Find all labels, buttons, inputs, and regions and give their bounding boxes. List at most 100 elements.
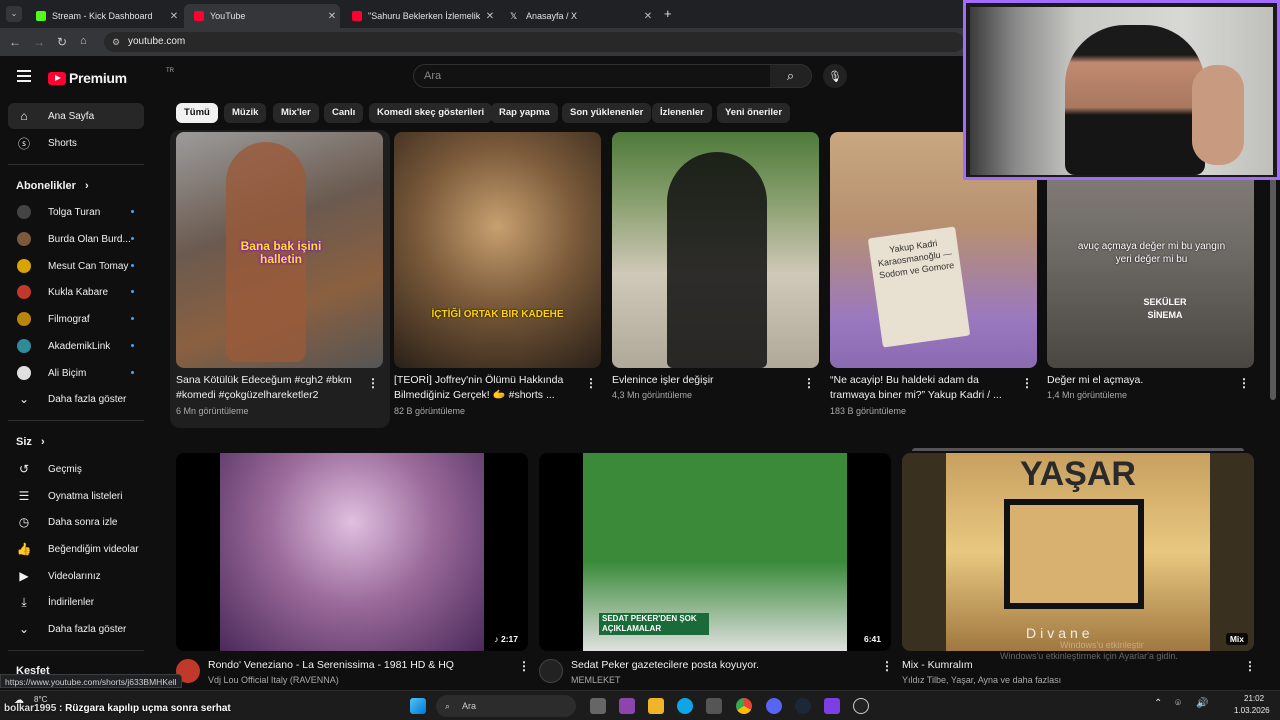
short-card[interactable]: Bana bak işini halletin Sana Kötülük Ede… — [176, 132, 384, 422]
chat-separator: : — [56, 703, 66, 714]
chip-all[interactable]: Tümü — [176, 103, 218, 123]
show-more-you[interactable]: ⌄ Daha fazla göster — [8, 616, 144, 642]
site-info-icon[interactable]: ⚙ — [112, 32, 120, 52]
sidebar-item-your-videos[interactable]: ▶ Videolarınız — [8, 563, 144, 589]
chip-watched[interactable]: İzlenenler — [652, 103, 712, 123]
short-thumbnail[interactable]: İÇTİĞİ ORTAK BIR KADEHE — [394, 132, 601, 368]
clock-date[interactable]: 1.03.2026 — [1234, 706, 1270, 715]
sidebar-item-subscription[interactable]: Burda Olan Burd... — [8, 226, 144, 252]
app-icon[interactable] — [824, 698, 840, 714]
channel-avatar[interactable] — [539, 659, 563, 683]
search-button[interactable]: ⌕ — [770, 64, 812, 88]
more-options-icon[interactable]: ⋮ — [1244, 659, 1256, 673]
sidebar-item-watch-later[interactable]: ◷ Daha sonra izle — [8, 509, 144, 535]
more-options-icon[interactable]: ⋮ — [803, 376, 815, 390]
short-title[interactable]: Sana Kötülük Edeceğum #cgh2 #bkm #komedi… — [176, 373, 364, 403]
video-channel[interactable]: Yıldız Tilbe, Yaşar, Ayna ve daha fazlas… — [902, 675, 1061, 685]
file-explorer-icon[interactable] — [648, 698, 664, 714]
more-options-icon[interactable]: ⋮ — [1238, 376, 1250, 390]
sidebar-item-downloads[interactable]: ⤓ İndirilenler — [8, 589, 144, 615]
voice-search-button[interactable]: 🎙 — [823, 64, 847, 88]
speaker-icon[interactable]: 🔊 — [1196, 698, 1208, 709]
windows-start-icon[interactable] — [410, 698, 426, 714]
video-card[interactable]: SEDAT PEKER'DEN ŞOK AÇIKLAMALAR 6:41 Sed… — [539, 453, 893, 688]
video-channel[interactable]: Vdj Lou Official Italy (RAVENNA) — [208, 675, 339, 685]
address-bar[interactable]: ⚙ youtube.com — [104, 32, 964, 52]
clock-time[interactable]: 21:02 — [1244, 694, 1264, 703]
chip-comedy[interactable]: Komedi skeç gösterileri — [369, 103, 493, 123]
more-options-icon[interactable]: ⋮ — [518, 659, 530, 673]
new-content-dot — [131, 210, 134, 213]
avatar — [17, 339, 31, 353]
widgets-icon[interactable] — [619, 698, 635, 714]
back-icon[interactable]: ← — [9, 35, 21, 49]
more-options-icon[interactable]: ⋮ — [585, 376, 597, 390]
close-icon[interactable]: ✕ — [324, 11, 340, 22]
network-icon[interactable]: ⌾ — [1175, 698, 1181, 709]
tab-kick-dashboard[interactable]: Stream - Kick Dashboard ✕ — [26, 4, 182, 28]
chip-mixes[interactable]: Mix'ler — [273, 103, 319, 123]
discord-icon[interactable] — [766, 698, 782, 714]
sidebar-item-subscription[interactable]: Tolga Turan — [8, 199, 144, 225]
chip-recent[interactable]: Son yüklenenler — [562, 103, 652, 123]
reload-icon[interactable]: ↻ — [57, 35, 67, 49]
short-thumbnail[interactable]: Bana bak işini halletin — [176, 132, 383, 368]
chip-music[interactable]: Müzik — [224, 103, 267, 123]
video-card[interactable]: ♪ 2:17 Rondo' Veneziano - La Serenissima… — [176, 453, 530, 688]
video-channel[interactable]: MEMLEKET — [571, 675, 621, 685]
tab-search-button[interactable]: ⌄ — [6, 6, 22, 22]
close-icon[interactable]: ✕ — [482, 11, 498, 22]
subscriptions-heading[interactable]: Abonelikler › — [16, 180, 89, 192]
steam-icon[interactable] — [795, 698, 811, 714]
tab-youtube[interactable]: YouTube ✕ — [184, 4, 340, 28]
menu-icon[interactable] — [17, 70, 31, 82]
sidebar-item-history[interactable]: ↺ Geçmiş — [8, 456, 144, 482]
sidebar-item-subscription[interactable]: AkademikLink — [8, 333, 144, 359]
new-tab-button[interactable]: + — [664, 6, 672, 21]
forward-icon[interactable]: → — [33, 35, 45, 49]
search-input[interactable]: Ara — [413, 64, 771, 88]
chrome-icon[interactable] — [736, 698, 752, 714]
short-thumbnail[interactable] — [612, 132, 819, 368]
video-thumbnail[interactable]: ♪ 2:17 — [176, 453, 528, 651]
sidebar-item-playlists[interactable]: ☰ Oynatma listeleri — [8, 483, 144, 509]
sidebar-item-shorts[interactable]: ⓢ Shorts — [8, 130, 144, 156]
like-icon: 👍 — [16, 542, 32, 556]
more-options-icon[interactable]: ⋮ — [881, 659, 893, 673]
chip-new-to-you[interactable]: Yeni öneriler — [717, 103, 791, 123]
sidebar-item-subscription[interactable]: Kukla Kabare — [8, 279, 144, 305]
chip-live[interactable]: Canlı — [324, 103, 364, 123]
store-icon[interactable] — [706, 698, 722, 714]
you-heading[interactable]: Siz › — [16, 436, 45, 448]
video-duration: 6:41 — [859, 633, 885, 645]
edge-icon[interactable] — [677, 698, 693, 714]
sidebar-item-home[interactable]: ⌂ Ana Sayfa — [8, 103, 144, 129]
video-title[interactable]: Rondo' Veneziano - La Serenissima - 1981… — [208, 658, 508, 673]
tab-youtube-video[interactable]: "Sahuru Beklerken İzlemelik Ed ✕ — [342, 4, 498, 28]
tray-chevron-icon[interactable]: ⌃ — [1154, 698, 1162, 709]
video-title[interactable]: Sedat Peker gazetecilere posta koyuyor. — [571, 658, 871, 673]
obs-icon[interactable] — [853, 698, 869, 714]
sidebar-item-subscription[interactable]: Mesut Can Tomay — [8, 253, 144, 279]
more-options-icon[interactable]: ⋮ — [367, 376, 379, 390]
sidebar-item-subscription[interactable]: Ali Biçim — [8, 360, 144, 386]
tab-x[interactable]: 𝕏 Anasayfa / X ✕ — [500, 4, 656, 28]
short-title[interactable]: “Ne acayip! Bu haldeki adam da tramwaya … — [830, 373, 1018, 403]
task-view-icon[interactable] — [590, 698, 606, 714]
video-thumbnail[interactable]: YAŞAR Divane Mix — [902, 453, 1254, 651]
chip-rap[interactable]: Rap yapma — [491, 103, 558, 123]
short-card[interactable]: Evlenince işler değişir 4,3 Mn görüntüle… — [612, 132, 820, 422]
avatar — [17, 232, 31, 246]
short-title[interactable]: [TEORİ] Joffrey'nin Ölümü Hakkında Bilme… — [394, 373, 582, 403]
video-thumbnail[interactable]: SEDAT PEKER'DEN ŞOK AÇIKLAMALAR 6:41 — [539, 453, 891, 651]
taskbar-search[interactable]: ⌕ Ara — [436, 695, 576, 717]
close-icon[interactable]: ✕ — [166, 11, 182, 22]
youtube-premium-logo[interactable]: Premium TR — [48, 68, 174, 86]
show-more-subscriptions[interactable]: ⌄ Daha fazla göster — [8, 386, 144, 412]
home-icon[interactable]: ⌂ — [80, 35, 87, 47]
short-card[interactable]: İÇTİĞİ ORTAK BIR KADEHE [TEORİ] Joffrey'… — [394, 132, 602, 422]
sidebar-item-subscription[interactable]: Filmograf — [8, 306, 144, 332]
close-icon[interactable]: ✕ — [640, 11, 656, 22]
more-options-icon[interactable]: ⋮ — [1021, 376, 1033, 390]
sidebar-item-liked-videos[interactable]: 👍 Beğendiğim videolar — [8, 536, 144, 562]
